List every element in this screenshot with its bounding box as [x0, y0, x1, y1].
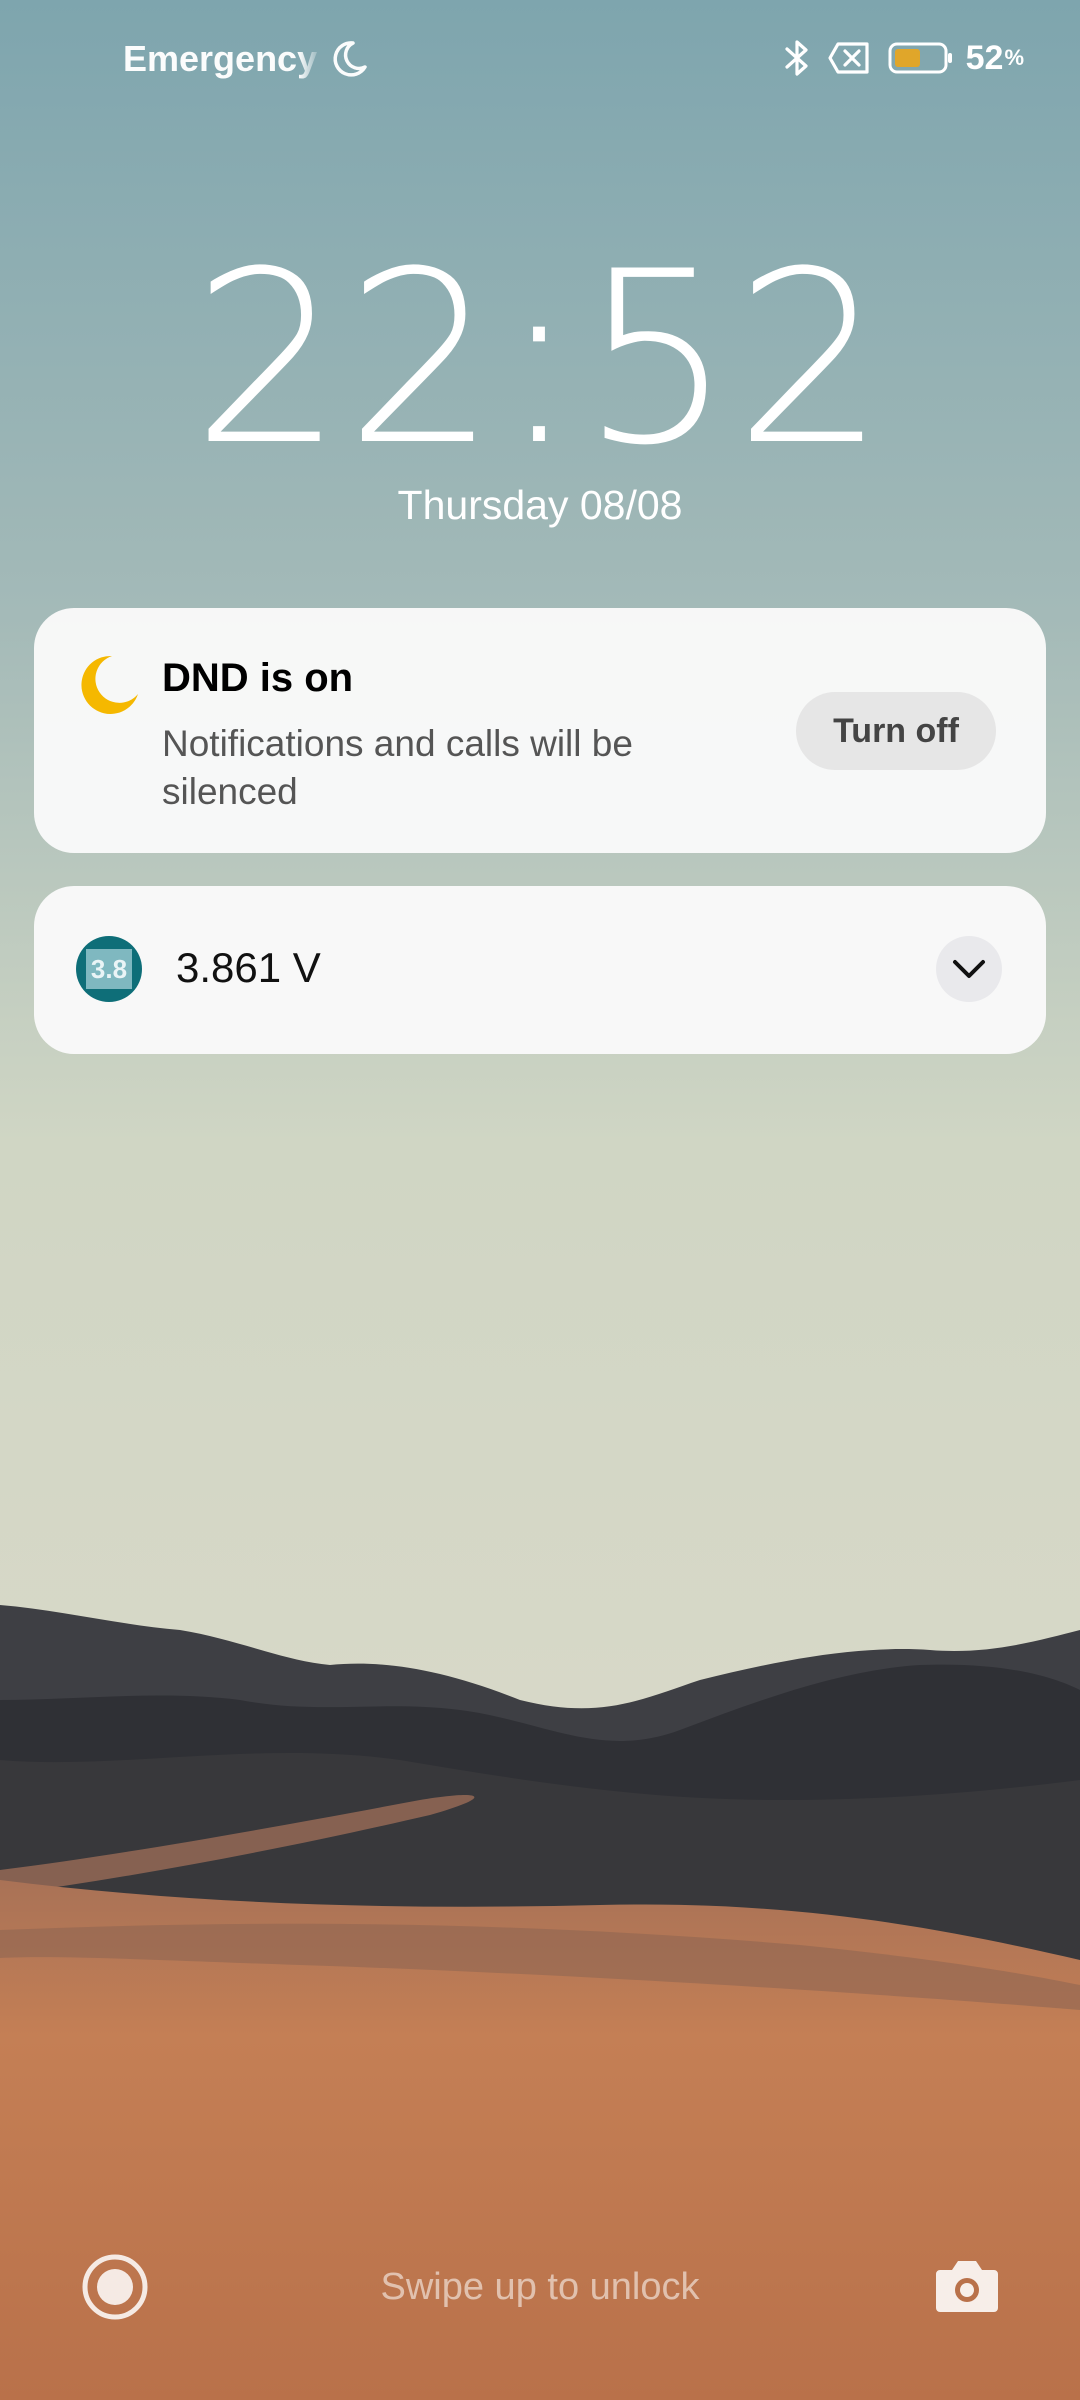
camera-icon — [936, 2261, 998, 2312]
battery-percent-sign: % — [1004, 45, 1024, 70]
dnd-moon-icon — [329, 39, 369, 79]
lock-clock: 22:52 — [192, 221, 888, 498]
voltage-app-icon: 3.8 — [76, 936, 142, 1002]
moon-icon — [76, 652, 142, 723]
notification-title: DND is on — [162, 656, 354, 700]
battery-percent: 52 — [965, 38, 1004, 77]
voltage-notification[interactable]: 3.8 3.861 V — [34, 886, 1046, 1054]
swipe-up-hint: Swipe up to unlock — [380, 2266, 700, 2308]
status-bar: Emergency calls only 52 % — [0, 0, 1080, 120]
expand-button[interactable] — [936, 936, 1002, 1002]
lock-bottom-bar: Swipe up to unlock — [0, 2240, 1080, 2340]
lock-date: Thursday 08/08 — [397, 482, 683, 528]
app-icon-text: 3.8 — [86, 949, 132, 989]
bluetooth-icon — [784, 38, 810, 78]
turn-off-button[interactable]: Turn off — [796, 692, 996, 770]
battery-icon — [888, 42, 954, 74]
carrier-text: Emergency calls only — [123, 38, 323, 79]
notification-text: 3.861 V — [176, 944, 321, 991]
no-sim-icon — [828, 42, 870, 74]
dnd-notification[interactable]: DND is on Notifications and calls will b… — [34, 608, 1046, 853]
notification-body: Notifications and calls will be silenced — [162, 723, 633, 812]
status-left: Emergency calls only — [123, 38, 369, 80]
camera-shortcut[interactable] — [934, 2256, 1000, 2319]
chevron-down-icon — [953, 960, 985, 978]
status-right: 52 % — [784, 38, 1024, 78]
